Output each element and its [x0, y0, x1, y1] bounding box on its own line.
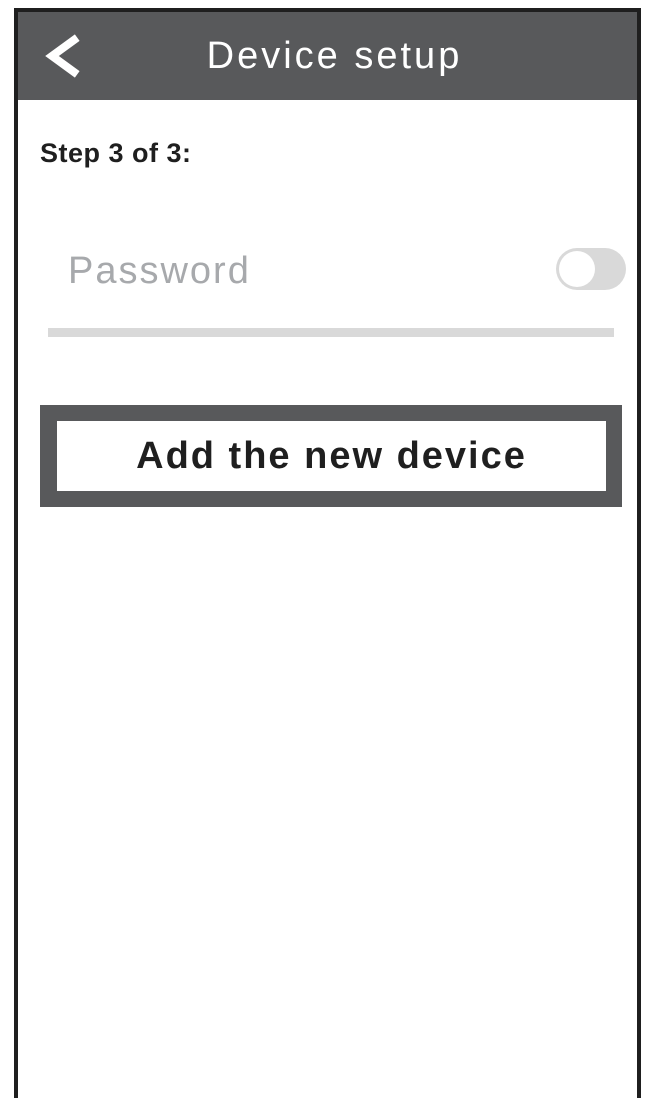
step-indicator: Step 3 of 3:: [40, 138, 192, 168]
add-device-button[interactable]: Add the new device: [40, 405, 622, 507]
app-header: Device setup: [18, 12, 637, 100]
toggle-knob: [559, 251, 595, 287]
password-visibility-toggle[interactable]: [556, 248, 626, 290]
password-input[interactable]: [48, 236, 548, 306]
add-device-button-label: Add the new device: [57, 421, 606, 491]
page-title: Device setup: [206, 35, 463, 77]
device-screen: Device setup Step 3 of 3: Add the new de…: [14, 8, 641, 1098]
password-underline: [48, 328, 614, 337]
password-row: [48, 236, 628, 336]
